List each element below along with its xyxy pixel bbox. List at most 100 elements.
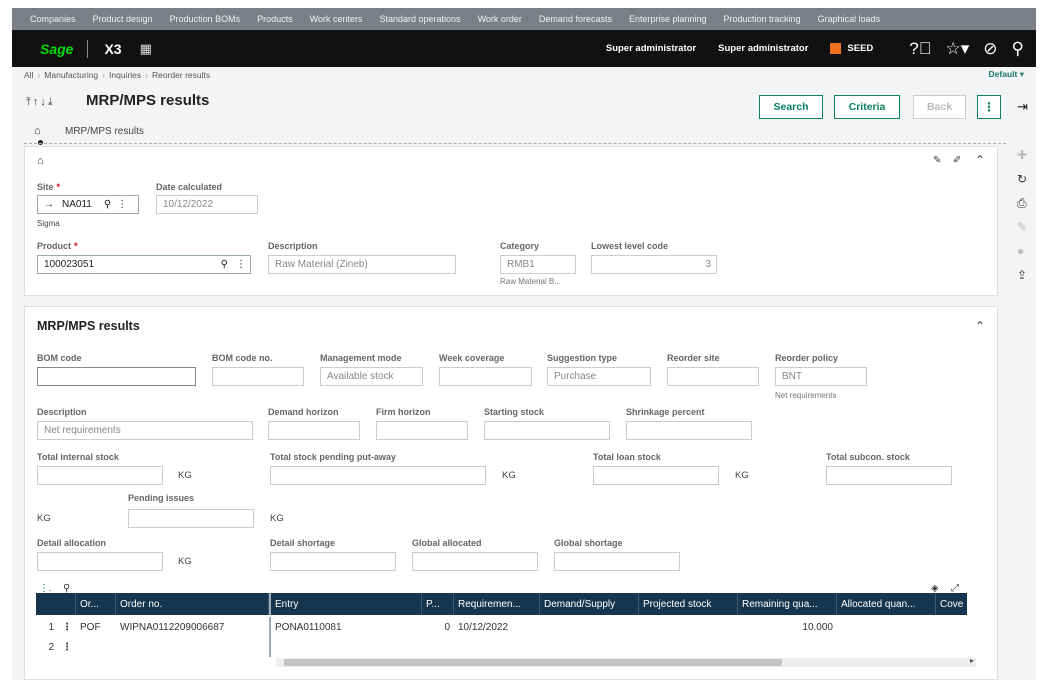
pending-issues-field[interactable] <box>128 509 254 528</box>
week-coverage-field[interactable] <box>439 367 532 386</box>
cell-order-no[interactable]: WIPNA0112209006687 <box>116 617 269 637</box>
share-icon[interactable]: ⇪ <box>1017 268 1027 282</box>
compass-icon[interactable]: ⊘ <box>983 39 997 59</box>
table-row[interactable]: 2 ⋮ <box>36 637 967 657</box>
help-icon[interactable]: ?⃝ <box>909 39 931 59</box>
scrollbar-thumb[interactable] <box>284 659 782 666</box>
sage-logo[interactable]: Sage <box>40 41 73 57</box>
bom-code-field[interactable] <box>37 367 196 386</box>
scroll-right-icon[interactable]: ▸ <box>970 656 974 665</box>
product-field[interactable]: 100023051 ⚲ ⋮ <box>37 255 251 274</box>
nav-standard-operations[interactable]: Standard operations <box>380 14 461 24</box>
firm-horizon-field[interactable] <box>376 421 468 440</box>
field-menu-icon[interactable]: ⋮ <box>117 199 127 210</box>
folder-selector[interactable]: SEED <box>830 43 873 54</box>
cell-allocated-quantity[interactable] <box>837 617 936 637</box>
total-internal-stock-field[interactable] <box>37 466 163 485</box>
breadcrumb-reorder-results[interactable]: Reorder results <box>152 70 210 80</box>
back-button[interactable]: Back <box>913 95 966 119</box>
global-shortage-field[interactable] <box>554 552 680 571</box>
cell-projected-stock[interactable] <box>639 617 738 637</box>
horizontal-scrollbar[interactable]: ▸ <box>276 656 976 667</box>
nav-products[interactable]: Products <box>257 14 293 24</box>
search-button[interactable]: Search <box>759 95 823 119</box>
arrow-right-icon[interactable]: → <box>44 199 54 210</box>
attachment-icon[interactable]: ✎ <box>1017 220 1027 234</box>
nav-work-centers[interactable]: Work centers <box>310 14 363 24</box>
detail-shortage-field[interactable] <box>270 552 396 571</box>
cell-empty[interactable] <box>76 637 269 657</box>
breadcrumb-manufacturing[interactable]: Manufacturing <box>44 70 98 80</box>
description-field[interactable]: Raw Material (Zineb) <box>268 255 456 274</box>
column-header-requirement[interactable]: Requiremen... <box>454 593 540 615</box>
reorder-site-field[interactable] <box>667 367 759 386</box>
edit-icon[interactable]: ✐ <box>953 155 961 166</box>
shrinkage-percent-field[interactable] <box>626 421 752 440</box>
column-header-entry[interactable]: Entry <box>269 593 422 615</box>
collapse-icon[interactable]: ⌃ <box>975 319 985 333</box>
nav-companies[interactable]: Companies <box>30 14 76 24</box>
cell-entry[interactable] <box>269 637 422 657</box>
date-calculated-field[interactable]: 10/12/2022 <box>156 195 258 214</box>
global-allocated-field[interactable] <box>412 552 538 571</box>
more-actions-icon[interactable]: ⋮ <box>977 95 1001 119</box>
category-field[interactable]: RMB1 <box>500 255 576 274</box>
management-mode-field[interactable]: Available stock <box>320 367 423 386</box>
total-subcon-stock-field[interactable] <box>826 466 952 485</box>
detail-allocation-field[interactable] <box>37 552 163 571</box>
row-menu-icon[interactable]: ⋮ <box>58 637 76 657</box>
comment-icon[interactable]: ● <box>1017 244 1024 258</box>
record-navigation-icons[interactable]: ⤒↑↓⤓ <box>26 96 55 109</box>
calendar-icon[interactable]: ▦ <box>140 41 152 57</box>
pin-icon[interactable]: ✎ <box>933 155 941 166</box>
site-field[interactable]: → NA011 ⚲ ⋮ <box>37 195 139 214</box>
cell-coverage[interactable] <box>936 617 967 637</box>
bom-code-no-field[interactable] <box>212 367 304 386</box>
nav-product-design[interactable]: Product design <box>93 14 153 24</box>
reorder-policy-field[interactable]: BNT <box>775 367 867 386</box>
column-header-demand-supply[interactable]: Demand/Supply <box>540 593 639 615</box>
cell-p[interactable]: 0 <box>422 617 454 637</box>
total-loan-stock-field[interactable] <box>593 466 719 485</box>
nav-production-tracking[interactable]: Production tracking <box>724 14 801 24</box>
user-name[interactable]: Super administrator <box>718 43 808 54</box>
criteria-button[interactable]: Criteria <box>834 95 900 119</box>
cell-remaining-quantity[interactable]: 10.000 <box>738 617 837 637</box>
nav-demand-forecasts[interactable]: Demand forecasts <box>539 14 612 24</box>
cell-requirement[interactable]: 10/12/2022 <box>454 617 540 637</box>
column-header-projected-stock[interactable]: Projected stock <box>639 593 738 615</box>
lowest-level-code-field[interactable]: 3 <box>591 255 717 274</box>
print-icon[interactable]: ⎙ <box>1017 196 1027 211</box>
column-header-coverage[interactable]: Cove <box>936 593 967 615</box>
demand-horizon-field[interactable] <box>268 421 360 440</box>
search-icon[interactable]: ⚲ <box>1012 39 1024 59</box>
exit-icon[interactable]: ⇥ <box>1017 99 1028 115</box>
description-field[interactable]: Net requirements <box>37 421 253 440</box>
starting-stock-field[interactable] <box>484 421 610 440</box>
collapse-icon[interactable]: ⌃ <box>975 153 985 167</box>
suggestion-type-field[interactable]: Purchase <box>547 367 651 386</box>
star-icon[interactable]: ☆▾ <box>946 39 970 59</box>
total-stock-pending-put-away-field[interactable] <box>270 466 486 485</box>
default-view-selector[interactable]: Default ▾ <box>989 69 1024 80</box>
column-header-allocated-quantity[interactable]: Allocated quan... <box>837 593 936 615</box>
nav-work-order[interactable]: Work order <box>478 14 522 24</box>
add-icon[interactable]: ✚ <box>1017 148 1027 162</box>
breadcrumb-inquiries[interactable]: Inquiries <box>109 70 141 80</box>
nav-graphical-loads[interactable]: Graphical loads <box>818 14 881 24</box>
column-header-origin[interactable]: Or... <box>76 593 116 615</box>
row-menu-icon[interactable]: ⋮ <box>58 617 76 637</box>
home-icon[interactable]: ⌂ <box>34 125 41 137</box>
cell-entry[interactable]: PONA0110081 <box>269 617 422 637</box>
refresh-icon[interactable]: ↻ <box>1017 172 1027 186</box>
nav-enterprise-planning[interactable]: Enterprise planning <box>629 14 707 24</box>
user-role[interactable]: Super administrator <box>606 43 696 54</box>
cell-origin[interactable]: POF <box>76 617 116 637</box>
search-icon[interactable]: ⚲ <box>221 259 228 270</box>
breadcrumb-all[interactable]: All <box>24 70 33 80</box>
search-icon[interactable]: ⚲ <box>104 199 111 210</box>
table-row[interactable]: 1 ⋮ POF WIPNA0112209006687 PONA0110081 0… <box>36 617 967 637</box>
column-header-remaining-quantity[interactable]: Remaining qua... <box>738 593 837 615</box>
column-header-order-no[interactable]: Order no. <box>116 593 269 615</box>
cell-demand-supply[interactable] <box>540 617 639 637</box>
